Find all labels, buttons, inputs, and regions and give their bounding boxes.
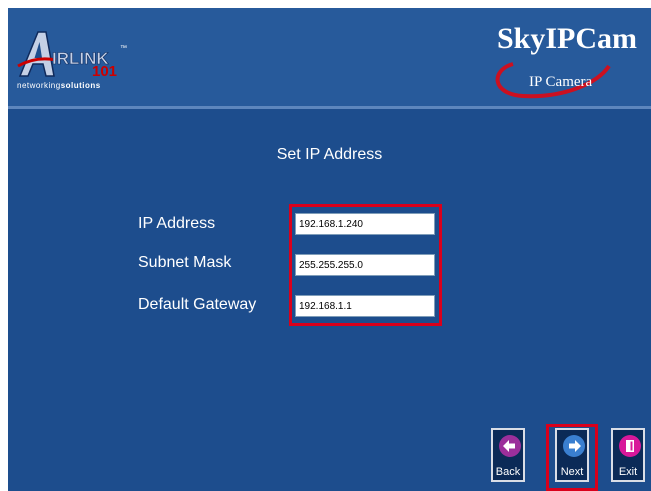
airlink-number: 101 [92,63,117,80]
subnet-mask-label: Subnet Mask [138,254,232,271]
airlink-tm: ™ [120,45,127,52]
next-label: Next [560,466,584,478]
product-subtitle: IP Camera [529,74,593,90]
page-title: Set IP Address [276,146,383,163]
exit-label: Exit [618,466,638,478]
wizard-window: IRLINK ™ 101 networkingsolutions SkyIPCa… [8,8,651,491]
right-arrow-icon [569,440,581,452]
left-arrow-icon [503,440,515,452]
product-title: SkyIPCam [496,22,637,55]
back-button[interactable]: Back [491,428,525,482]
tagline-prefix: networking [17,81,61,90]
back-label: Back [495,466,521,478]
exit-button[interactable]: Exit [611,428,645,482]
tagline-bold: solutions [60,81,101,90]
door-icon [626,440,634,452]
default-gateway-label: Default Gateway [138,296,257,313]
ip-address-label: IP Address [138,215,216,232]
airlink-tagline: networkingsolutions [17,81,101,90]
default-gateway-input[interactable] [295,295,435,317]
skyipcam-logo: SkyIPCam IP Camera [467,22,637,100]
subnet-mask-input[interactable] [295,254,435,276]
ip-address-input[interactable] [295,213,435,235]
next-button[interactable]: Next [555,428,589,482]
header-bar: IRLINK ™ 101 networkingsolutions SkyIPCa… [8,8,651,106]
header-divider [8,106,651,109]
airlink-a-icon: IRLINK ™ 101 [17,31,127,80]
